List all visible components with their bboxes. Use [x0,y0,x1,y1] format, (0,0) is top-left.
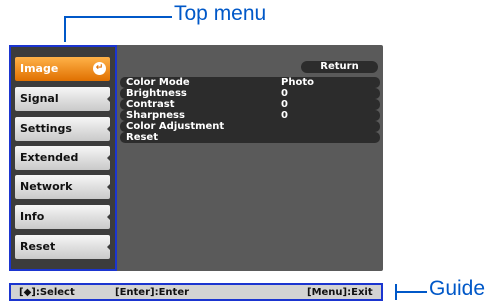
setting-label: Contrast [126,99,175,110]
callout-line [64,16,66,42]
sidebar-item-network[interactable]: Network [15,175,112,199]
sidebar-item-label: Image [20,62,59,75]
setting-label: Brightness [126,88,187,99]
guide-select-hint: [◆]:Select [19,287,75,298]
sidebar-item-label: Info [20,210,45,223]
sidebar-notch [107,212,112,222]
sidebar-notch [107,242,112,252]
sidebar-notch [107,124,112,134]
sidebar-item-label: Signal [20,92,59,105]
sidebar-item-info[interactable]: Info [15,205,112,229]
setting-label: Sharpness [126,110,185,121]
sidebar-item-reset[interactable]: Reset [15,235,112,259]
setting-value: 0 [281,99,288,110]
setting-label: Color Adjustment [126,121,225,132]
enter-arrow-icon: ↵ [93,62,106,75]
setting-value: Photo [281,77,314,88]
sidebar-notch [107,94,112,104]
sidebar-notch [107,153,112,163]
callout-line [395,284,397,300]
setting-label: Color Mode [126,77,190,88]
guide-bar: [◆]:Select [Enter]:Enter [Menu]:Exit [9,283,383,301]
guide-exit-hint: [Menu]:Exit [307,287,373,298]
callout-top-menu: Top menu [174,2,267,25]
sidebar-item-label: Settings [20,122,72,135]
sidebar-item-extended[interactable]: Extended [15,146,112,170]
setting-value: 0 [281,110,288,121]
callout-guide: Guide [429,277,486,300]
setting-row-color-adjustment[interactable]: Color Adjustment [120,121,380,132]
image-settings-panel: Return Color Mode Photo Brightness 0 Con… [117,45,383,271]
sidebar-item-label: Extended [20,151,79,164]
setting-row-brightness[interactable]: Brightness 0 [120,88,380,99]
guide-enter-hint: [Enter]:Enter [115,287,190,298]
top-menu-sidebar: Image ↵ Signal Settings Extended Network… [9,45,117,271]
sidebar-item-signal[interactable]: Signal [15,87,112,111]
return-button[interactable]: Return [301,61,378,73]
sidebar-item-label: Reset [20,240,56,253]
setting-row-sharpness[interactable]: Sharpness 0 [120,110,380,121]
setting-row-color-mode[interactable]: Color Mode Photo [120,77,380,88]
sidebar-notch [107,182,112,192]
callout-line [395,291,427,293]
setting-label: Reset [126,132,158,143]
setting-row-contrast[interactable]: Contrast 0 [120,99,380,110]
sidebar-item-image[interactable]: Image ↵ [15,57,110,81]
callout-line [64,16,172,18]
sidebar-item-settings[interactable]: Settings [15,117,112,141]
sidebar-item-label: Network [20,180,73,193]
setting-row-reset[interactable]: Reset [120,132,380,143]
setting-value: 0 [281,88,288,99]
